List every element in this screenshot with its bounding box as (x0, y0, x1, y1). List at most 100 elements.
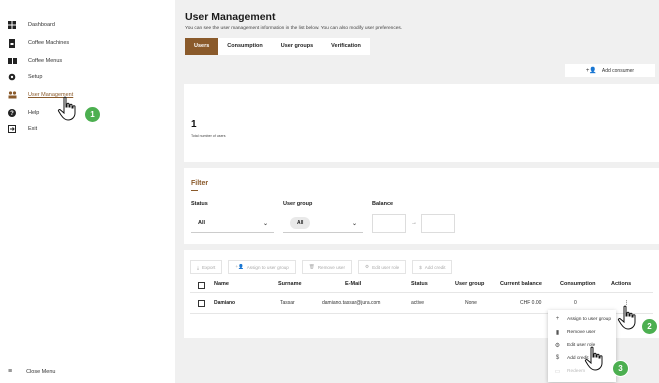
user-add-icon: + (555, 316, 560, 322)
tab-verification[interactable]: Verification (322, 38, 370, 55)
sidebar-item-dashboard[interactable]: Dashboard (8, 19, 55, 31)
menu-item-label: Redeem (567, 369, 586, 374)
sidebar-item-label: Setup (28, 74, 43, 80)
col-header-status[interactable]: Status (411, 281, 428, 287)
col-header-actions: Actions (611, 281, 632, 287)
user-group-value: All (290, 217, 311, 229)
close-menu-button[interactable]: ≡ Close Menu (8, 368, 55, 375)
menu-item-remove-user[interactable]: ▮ Remove user (554, 329, 596, 336)
row-checkbox[interactable] (198, 300, 205, 307)
hand-pointer-icon (617, 305, 636, 330)
cell-name: Damiano (214, 300, 236, 306)
dollar-icon: $ (555, 355, 560, 361)
download-icon: ⤓ (197, 264, 200, 270)
col-header-user-group[interactable]: User group (455, 281, 484, 287)
user-count: 1 (191, 119, 197, 130)
col-header-name[interactable]: Name (214, 281, 229, 287)
gear-icon: ⚙ (365, 264, 370, 269)
remove-label: Remove user (317, 264, 346, 270)
sidebar: Dashboard Coffee Machines Coffee Menus S… (0, 0, 175, 383)
add-credit-label: Add credit (424, 264, 446, 270)
cell-surname: Tassar (280, 300, 295, 306)
header-divider (190, 292, 653, 293)
col-header-surname[interactable]: Surname (278, 281, 302, 287)
user-add-icon: +👤 (235, 264, 244, 269)
tab-bar: Users Consumption User groups Verificati… (185, 38, 370, 55)
menu-item-assign-to-group[interactable]: + Assign to user group (554, 316, 611, 322)
users-icon (8, 91, 17, 99)
balance-range-arrow: → (411, 220, 417, 226)
sidebar-item-coffee-menus[interactable]: Coffee Menus (8, 55, 62, 67)
redeem-icon: ▭ (554, 369, 561, 375)
filter-underline (191, 190, 198, 191)
sidebar-item-label: Exit (28, 126, 38, 132)
balance-min-input[interactable] (372, 214, 406, 233)
select-all-checkbox[interactable] (198, 282, 205, 289)
page-subtitle: You can see the user management informat… (185, 26, 403, 31)
user-group-label: User group (283, 201, 313, 207)
gear-icon (8, 73, 16, 81)
sidebar-item-label: Coffee Menus (28, 58, 63, 64)
help-icon: ? (8, 109, 16, 117)
collapse-menu-icon: ≡ (8, 368, 13, 375)
user-count-card: 1 Total number of users (184, 84, 659, 162)
menu-item-redeem[interactable]: ▭ Redeem (554, 368, 585, 375)
close-menu-label: Close Menu (26, 368, 56, 375)
sidebar-item-setup[interactable]: Setup (8, 71, 42, 83)
tab-users[interactable]: Users (185, 38, 219, 55)
assign-label: Assign to user group (246, 264, 289, 270)
sidebar-item-label: Help (28, 110, 40, 116)
exit-icon (8, 125, 16, 133)
user-add-icon: +👤 (585, 68, 597, 74)
hand-pointer-icon (57, 96, 76, 121)
edit-role-label: Edit user role (372, 264, 400, 270)
coffee-machine-icon (8, 39, 16, 48)
step-badge-3: 3 (612, 360, 629, 377)
col-header-balance[interactable]: Current balance (500, 281, 542, 287)
user-count-label: Total number of users (191, 134, 226, 138)
col-header-email[interactable]: E-Mail (345, 281, 361, 287)
sidebar-item-coffee-machines[interactable]: Coffee Machines (8, 37, 69, 49)
svg-text:?: ? (10, 111, 14, 117)
cell-status: active (411, 300, 425, 306)
remove-user-button[interactable]: 🗑 Remove user (301, 260, 353, 274)
cell-user-group: None (465, 300, 477, 306)
tab-user-groups[interactable]: User groups (272, 38, 322, 55)
export-label: Export (202, 264, 216, 270)
user-group-select[interactable]: All ⌄ (283, 214, 363, 233)
status-value: All (198, 220, 206, 226)
cell-consumption: 0 (574, 300, 577, 306)
chevron-down-icon: ⌄ (262, 221, 268, 227)
add-credit-button[interactable]: $ Add credit (412, 260, 453, 274)
dashboard-icon (8, 21, 16, 29)
dollar-icon: $ (419, 264, 422, 270)
chevron-down-icon: ⌄ (351, 221, 357, 227)
filter-card: Filter Status All ⌄ User group All ⌄ Bal… (184, 168, 659, 244)
cell-balance: CHF 0.00 (520, 300, 542, 306)
gear-icon: ⚙ (554, 343, 561, 349)
sidebar-item-label: Dashboard (28, 22, 55, 28)
menu-item-label: Assign to user group (567, 316, 611, 322)
book-icon (8, 57, 17, 65)
assign-to-group-button[interactable]: +👤 Assign to user group (228, 260, 296, 274)
balance-label: Balance (372, 201, 394, 207)
hand-pointer-icon (584, 346, 603, 371)
add-consumer-label: Add consumer (601, 67, 635, 74)
trash-icon: 🗑 (308, 264, 315, 269)
sidebar-item-help[interactable]: ? Help (8, 107, 39, 119)
step-badge-1: 1 (84, 106, 101, 123)
edit-user-role-button[interactable]: ⚙ Edit user role (358, 260, 407, 274)
trash-icon: ▮ (555, 330, 560, 336)
balance-max-input[interactable] (421, 214, 455, 233)
col-header-consumption[interactable]: Consumption (560, 281, 595, 287)
step-badge-2: 2 (641, 318, 658, 335)
page-title: User Management (185, 11, 276, 23)
sidebar-item-exit[interactable]: Exit (8, 123, 37, 135)
tab-consumption[interactable]: Consumption (218, 38, 271, 55)
cell-email: damiano.tassar@jura.com (322, 300, 381, 306)
add-consumer-button[interactable]: +👤 Add consumer (565, 64, 655, 77)
status-select[interactable]: All ⌄ (191, 214, 274, 233)
status-label: Status (191, 201, 208, 207)
export-button[interactable]: ⤓ Export (190, 260, 223, 274)
sidebar-item-label: Coffee Machines (28, 40, 70, 46)
